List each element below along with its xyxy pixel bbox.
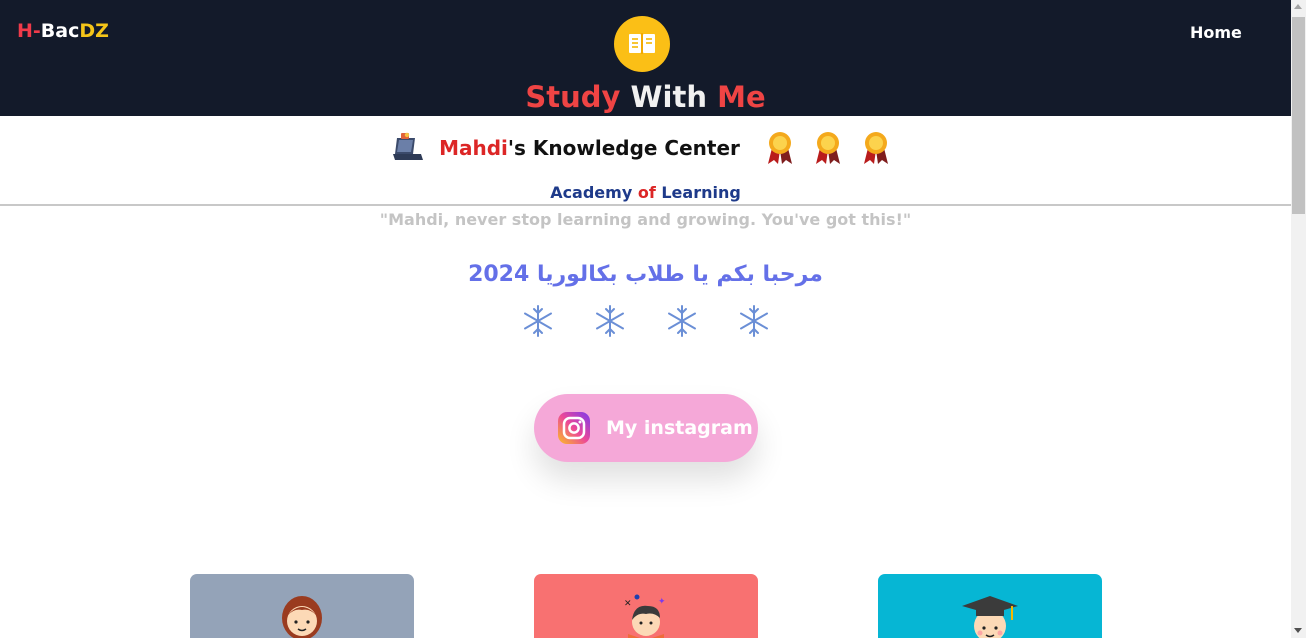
graduate-icon: [962, 596, 1018, 638]
title-word-3: Me: [717, 80, 766, 114]
instagram-button-label: My instagram: [606, 417, 753, 439]
instagram-button[interactable]: My instagram: [534, 394, 758, 462]
logo-badge: [614, 16, 670, 72]
snowflake-icon: [595, 305, 624, 337]
medal-icon: [815, 132, 840, 164]
snowflake-icon: [523, 305, 552, 337]
snowflake-row: [0, 304, 1291, 338]
reading-student-icon: ✕ ✦: [624, 594, 666, 638]
knowledge-center-title: Mahdi's Knowledge Center: [439, 136, 740, 160]
brand-part-1: H-: [17, 20, 41, 42]
welcome-message: مرحبا بكم يا طلاب بكالوريا 2024: [468, 262, 823, 287]
open-book-icon: [629, 33, 655, 54]
scroll-up-arrow-icon[interactable]: [1294, 4, 1302, 9]
category-card-1[interactable]: [190, 574, 414, 638]
title-word-1: Study: [525, 80, 621, 114]
category-card-2[interactable]: ✕ ✦: [534, 574, 758, 638]
academy-part-2: of: [637, 183, 656, 202]
nav-home-link[interactable]: Home: [1190, 23, 1242, 42]
top-header: H-BacDZ Home Study With Me: [0, 0, 1291, 116]
svg-text:✕: ✕: [624, 599, 632, 609]
knowledge-center-suffix: 's Knowledge Center: [507, 136, 740, 160]
medal-icon: [767, 132, 792, 164]
academy-part-1: Academy: [550, 183, 638, 202]
scrollbar-thumb[interactable]: [1292, 17, 1305, 214]
section-divider: [0, 204, 1291, 206]
medal-icon: [863, 132, 888, 164]
brand-part-2: Bac: [40, 20, 80, 42]
svg-text:✦: ✦: [658, 597, 666, 607]
snowflake-icon: [667, 305, 696, 337]
page-title: Study With Me: [0, 80, 1291, 114]
female-student-icon: [282, 596, 322, 638]
academy-subtitle: Academy of Learning: [0, 183, 1291, 202]
owner-name: Mahdi: [439, 136, 508, 160]
brand-logo-text[interactable]: H-BacDZ: [17, 20, 109, 42]
category-card-3[interactable]: [878, 574, 1102, 638]
snowflake-icon: [739, 305, 768, 337]
title-word-2: With: [630, 80, 707, 114]
brand-part-3: DZ: [79, 20, 109, 42]
knowledge-center-row: Mahdi's Knowledge Center: [0, 128, 1291, 168]
scroll-down-arrow-icon[interactable]: [1294, 628, 1302, 633]
motivational-quote: "Mahdi, never stop learning and growing.…: [379, 210, 912, 229]
instagram-icon: [558, 412, 590, 444]
academy-part-3: Learning: [655, 183, 741, 202]
laptop-icon: [393, 132, 424, 160]
